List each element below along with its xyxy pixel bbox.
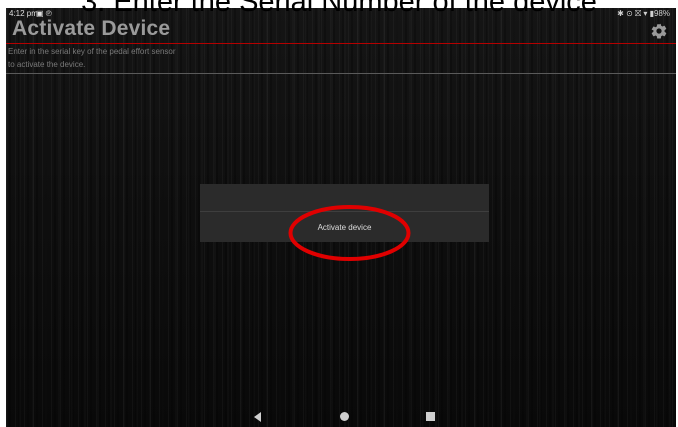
gear-icon[interactable] xyxy=(650,22,668,40)
home-icon[interactable] xyxy=(340,412,349,421)
activate-device-button[interactable]: Activate device xyxy=(200,212,489,242)
device-screen: 4:12 pm ▣ ℗ ✱ ⊙ ⛝ ▾ ▮98% Activate Device… xyxy=(6,8,676,427)
input-underline[interactable] xyxy=(6,73,676,74)
page-title: Activate Device xyxy=(12,17,171,40)
navigation-bar xyxy=(6,409,676,427)
instructions-line-1: Enter in the serial key of the pedal eff… xyxy=(8,47,176,56)
recent-apps-icon[interactable] xyxy=(426,412,435,421)
instructions-text: Enter in the serial key of the pedal eff… xyxy=(8,45,176,71)
system-status-icons: ✱ ⊙ ⛝ ▾ ▮98% xyxy=(617,9,670,18)
activation-dialog: Activate device xyxy=(200,184,489,242)
instructions-line-2: to activate the device. xyxy=(8,60,86,69)
back-icon[interactable] xyxy=(254,412,261,422)
header-divider xyxy=(6,43,676,44)
